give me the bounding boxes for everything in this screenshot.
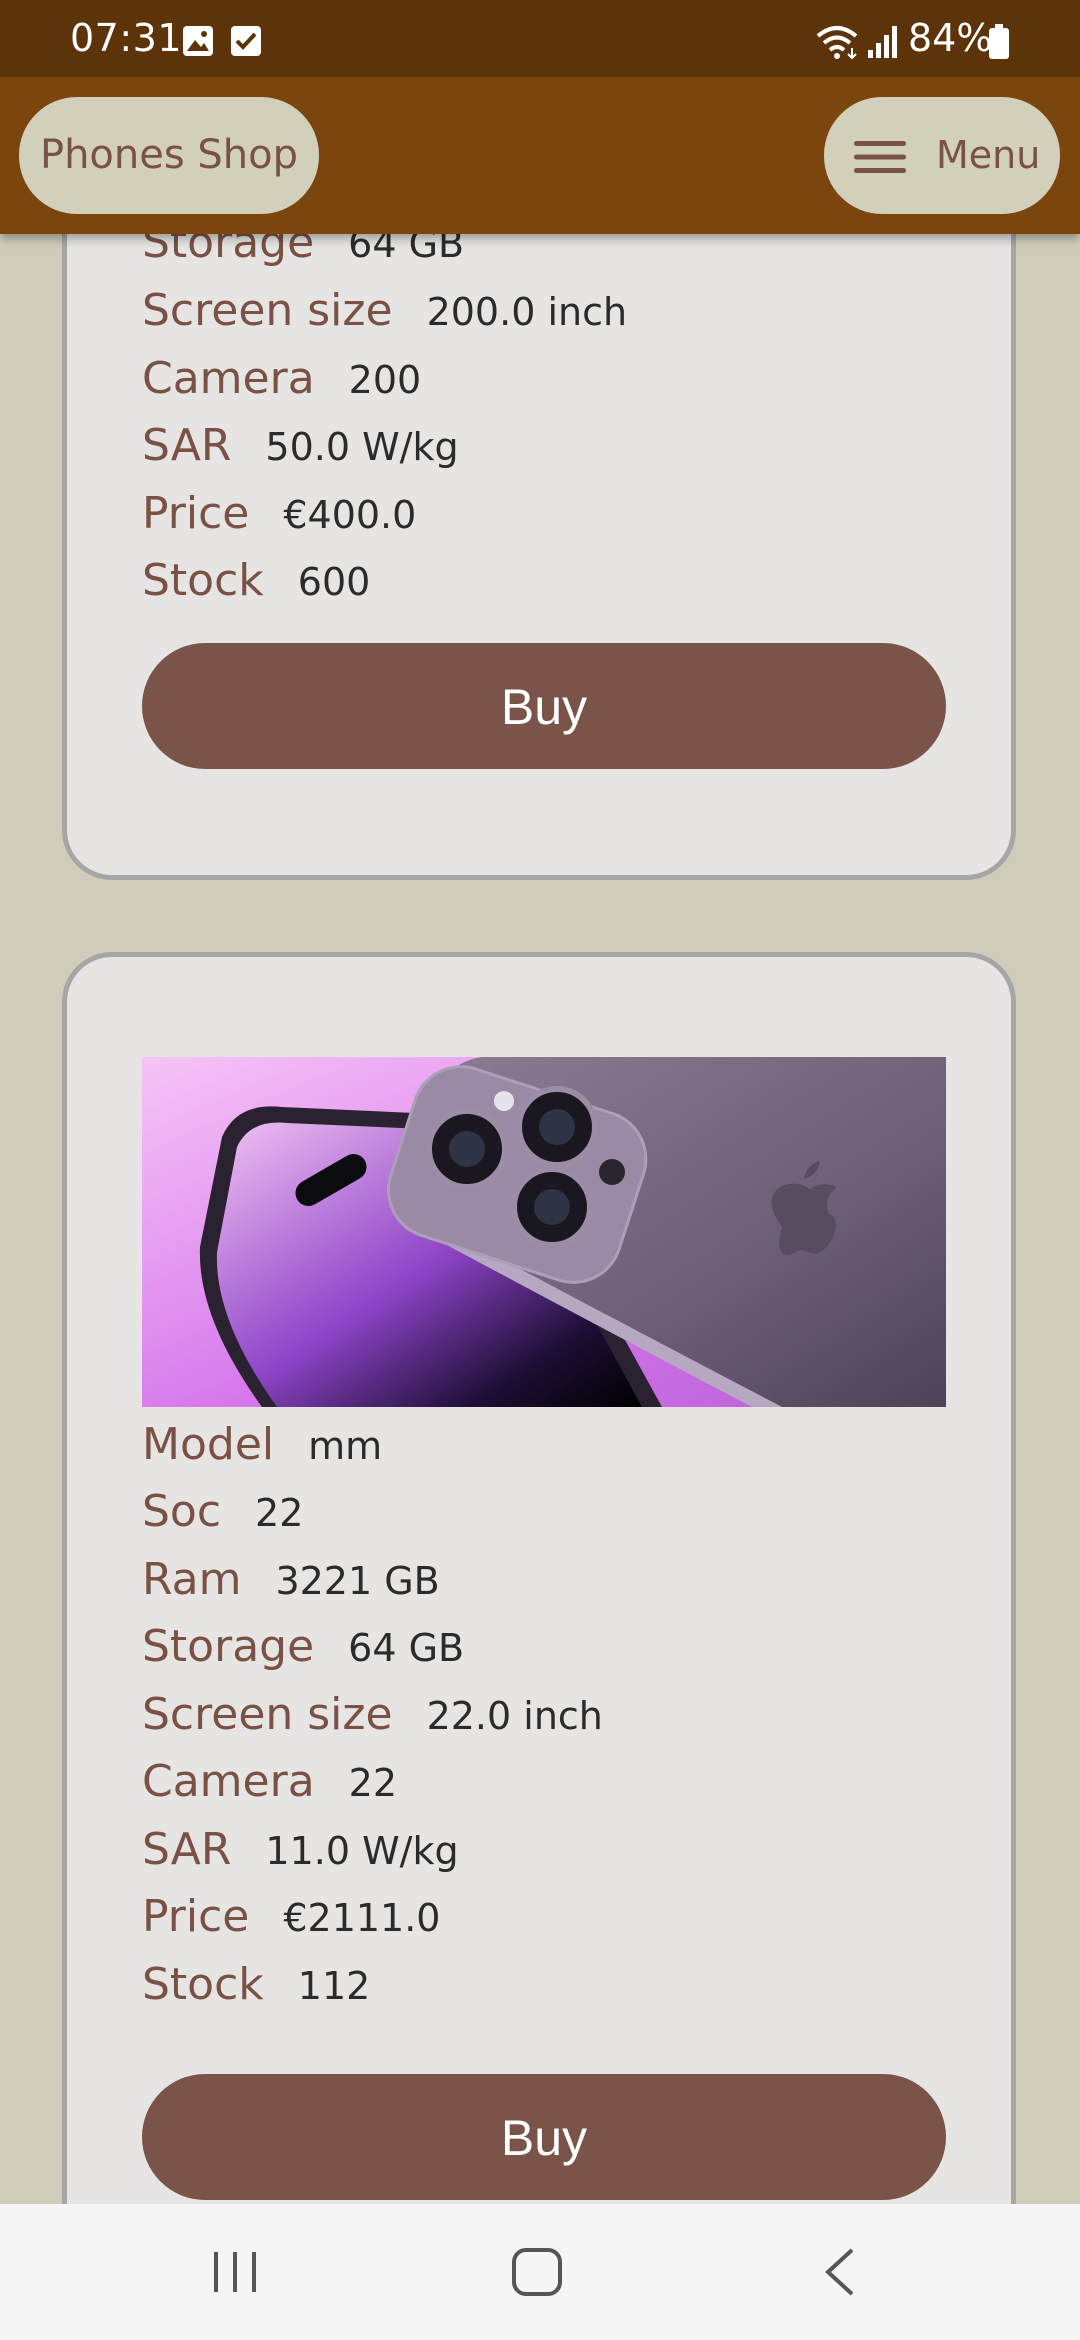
menu-button[interactable]: Menu xyxy=(824,97,1060,214)
spec-label: Screen size xyxy=(142,1689,393,1740)
spec-value: 22.0 inch xyxy=(426,1694,603,1738)
spec-row: Storage 64 GB xyxy=(142,1619,464,1675)
spec-value: 3221 GB xyxy=(275,1559,440,1603)
home-icon[interactable] xyxy=(510,2246,564,2298)
spec-value: €2111.0 xyxy=(283,1896,441,1940)
spec-row: SAR 11.0 W/kg xyxy=(142,1822,459,1878)
product-card: Storage 64 GB Screen size 200.0 inch Camer… xyxy=(62,120,1016,880)
spec-row: Model mm xyxy=(142,1417,382,1473)
spec-value: 50.0 W/kg xyxy=(265,425,459,469)
system-nav-bar xyxy=(0,2204,1080,2340)
spec-value: mm xyxy=(308,1424,383,1468)
spec-value: 11.0 W/kg xyxy=(265,1829,459,1873)
wifi-icon xyxy=(816,26,858,60)
spec-row: Camera 22 xyxy=(142,1754,397,1810)
spec-label: Model xyxy=(142,1419,275,1470)
back-icon[interactable] xyxy=(820,2246,860,2298)
spec-value: 112 xyxy=(297,1964,371,2008)
spec-value: 64 GB xyxy=(348,1626,465,1670)
app-bar: Phones Shop Menu xyxy=(0,77,1080,234)
hamburger-icon xyxy=(854,141,906,173)
spec-label: Storage xyxy=(142,1621,315,1672)
spec-label: Stock xyxy=(142,1959,264,2010)
status-time: 07:31 xyxy=(70,16,183,60)
spec-label: SAR xyxy=(142,1824,232,1875)
spec-label: Soc xyxy=(142,1486,222,1537)
spec-value: 200.0 inch xyxy=(426,290,628,334)
spec-label: Price xyxy=(142,488,250,539)
spec-value: 22 xyxy=(348,1761,398,1805)
spec-row: Price €2111.0 xyxy=(142,1889,440,1945)
spec-row: SAR 50.0 W/kg xyxy=(142,418,459,474)
spec-row: Camera 200 xyxy=(142,351,421,407)
spec-value: 200 xyxy=(348,358,422,402)
product-card: Model mm Soc 22 Ram 3221 GB Storage 64 GB Sc… xyxy=(62,952,1016,2340)
phone-illustration xyxy=(142,1057,946,1407)
spec-row: Price €400.0 xyxy=(142,486,416,542)
buy-button[interactable]: Buy xyxy=(142,643,946,769)
recent-apps-icon[interactable] xyxy=(210,2248,260,2296)
spec-row: Screen size 200.0 inch xyxy=(142,283,627,339)
battery-icon xyxy=(989,24,1009,59)
spec-value: 22 xyxy=(255,1491,304,1535)
spec-label: Camera xyxy=(142,1756,315,1807)
checkbox-icon xyxy=(231,26,261,56)
spec-label: Price xyxy=(142,1891,250,1942)
signal-icon xyxy=(868,26,897,58)
phone-image xyxy=(142,1057,946,1407)
brand-button[interactable]: Phones Shop xyxy=(19,97,319,214)
spec-value: 600 xyxy=(297,560,371,604)
screen: 07:31 84% Phones Shop Menu Storage 64 GB… xyxy=(0,0,1080,2340)
spec-label: Screen size xyxy=(142,285,393,336)
spec-row: Stock 112 xyxy=(142,1957,370,2013)
buy-button[interactable]: Buy xyxy=(142,2074,946,2200)
spec-label: SAR xyxy=(142,420,232,471)
spec-row: Screen size 22.0 inch xyxy=(142,1687,603,1743)
spec-row: Ram 3221 GB xyxy=(142,1552,440,1608)
menu-label: Menu xyxy=(936,133,1041,177)
spec-value: €400.0 xyxy=(283,493,417,537)
spec-label: Camera xyxy=(142,353,315,404)
spec-row: Stock 600 xyxy=(142,553,370,609)
status-bar: 07:31 84% xyxy=(0,0,1080,77)
spec-label: Ram xyxy=(142,1554,242,1605)
spec-label: Stock xyxy=(142,555,264,606)
spec-row: Soc 22 xyxy=(142,1484,303,1540)
battery-percentage: 84% xyxy=(908,16,993,60)
gallery-icon xyxy=(183,26,213,56)
